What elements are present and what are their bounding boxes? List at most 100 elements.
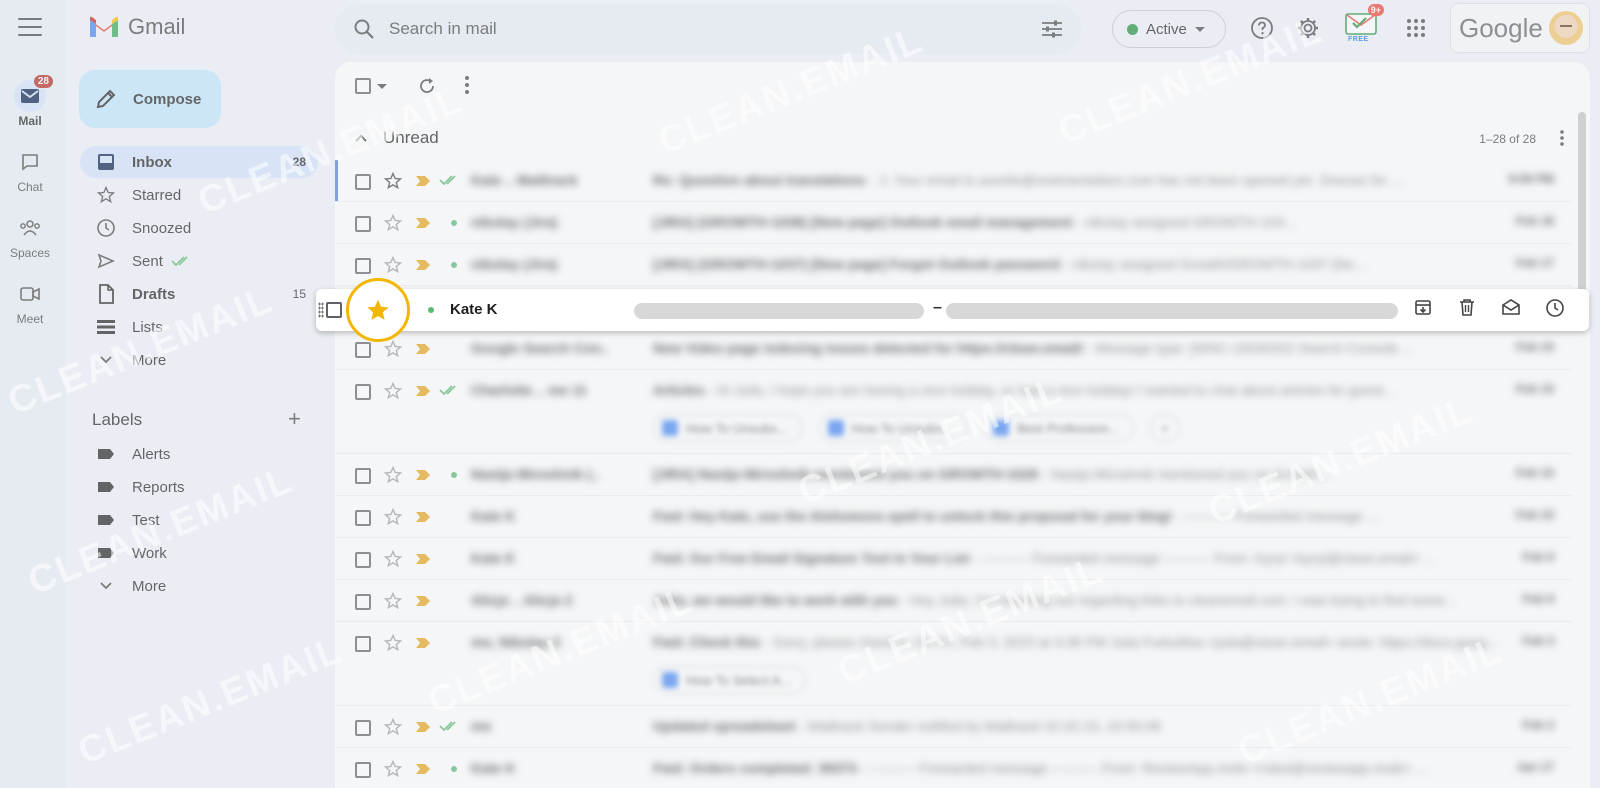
star-toggle-highlight[interactable] (346, 278, 410, 342)
important-marker-icon[interactable] (415, 343, 431, 355)
attachment-chip[interactable]: How To Unsubs... (818, 414, 969, 442)
important-marker-icon[interactable] (415, 511, 431, 523)
important-marker-icon[interactable] (415, 553, 431, 565)
search-bar[interactable]: Search in mail (335, 4, 1081, 54)
important-marker-icon[interactable] (415, 385, 431, 397)
help-icon[interactable] (1248, 14, 1276, 42)
nav-snoozed-label: Snoozed (132, 219, 192, 237)
nav-item-snoozed[interactable]: Snoozed (80, 212, 318, 244)
nav-item-inbox[interactable]: Inbox 28 (80, 146, 318, 178)
snooze-clock-icon[interactable] (1533, 298, 1577, 318)
table-row[interactable]: Google Search Con.. New Video page indexi… (335, 328, 1572, 370)
star-outline-icon[interactable] (383, 717, 403, 737)
table-row[interactable]: Kate .. Mailtrack Re: Question about tran… (335, 160, 1572, 202)
rail-chat[interactable]: Chat (0, 146, 60, 194)
row-checkbox[interactable] (355, 510, 371, 526)
apps-grid-icon[interactable] (1402, 14, 1430, 42)
table-row[interactable]: me Updated spreadsheet - Mailtrack Sender… (335, 706, 1572, 748)
table-row[interactable]: Kate K Fwd: Hey Kate, use the Alohomora s… (335, 496, 1572, 538)
status-selector[interactable]: Active (1112, 10, 1226, 48)
table-row[interactable]: Kate K Fwd: Our Free Email Signature Tool… (335, 538, 1572, 580)
star-outline-icon[interactable] (383, 213, 403, 233)
chevron-up-icon[interactable] (355, 134, 367, 142)
row-checkbox[interactable] (355, 342, 371, 358)
row-checkbox[interactable] (355, 384, 371, 400)
star-outline-icon[interactable] (383, 171, 403, 191)
search-options-icon[interactable] (1041, 19, 1063, 39)
important-marker-icon[interactable] (415, 469, 431, 481)
important-marker-icon[interactable] (415, 175, 431, 187)
row-checkbox[interactable] (355, 174, 371, 190)
row-checkbox[interactable] (355, 636, 371, 652)
important-marker-icon[interactable] (415, 217, 431, 229)
settings-gear-icon[interactable] (1294, 14, 1322, 42)
star-outline-icon[interactable] (383, 507, 403, 527)
label-item-reports[interactable]: Reports (80, 471, 318, 503)
rail-mail[interactable]: 28 Mail (0, 74, 60, 128)
rail-spaces[interactable]: Spaces (0, 212, 60, 260)
label-item-test[interactable]: Test (80, 504, 318, 536)
star-outline-icon[interactable] (383, 465, 403, 485)
left-navigation: Gmail Compose Inbox 28 Starred Snoozed S… (66, 0, 328, 788)
archive-icon[interactable] (1401, 298, 1445, 318)
scrollbar[interactable] (1578, 112, 1586, 292)
star-outline-icon[interactable] (383, 381, 403, 401)
table-row[interactable]: Charlotte .. me 11 Articles - Hi Julia, I… (335, 370, 1572, 454)
more-vertical-icon[interactable] (465, 76, 469, 94)
important-marker-icon[interactable] (415, 763, 431, 775)
select-dropdown-icon[interactable] (377, 84, 387, 90)
select-all-checkbox[interactable] (355, 78, 371, 94)
row-checkbox[interactable] (355, 258, 371, 274)
nav-item-sent[interactable]: Sent (80, 245, 318, 277)
row-checkbox[interactable] (355, 720, 371, 736)
table-row[interactable]: nikolay (Jira) [JIRA] (GROWTH-1037) [New … (335, 244, 1572, 286)
star-outline-icon[interactable] (383, 633, 403, 653)
row-checkbox[interactable] (355, 216, 371, 232)
row-checkbox[interactable] (355, 468, 371, 484)
refresh-icon[interactable] (417, 76, 437, 96)
mailtrack-extension-icon[interactable]: 9+ FREE (1344, 4, 1384, 44)
hovered-email-row[interactable]: Kate K – (316, 278, 1589, 342)
mark-as-read-icon[interactable] (1489, 298, 1533, 318)
label-item-work[interactable]: Work (80, 537, 318, 569)
main-menu-icon[interactable] (18, 18, 42, 38)
rail-meet[interactable]: Meet (0, 278, 60, 326)
row-checkbox[interactable] (326, 302, 342, 318)
important-marker-icon[interactable] (415, 721, 431, 733)
trash-icon[interactable] (1445, 298, 1489, 318)
table-row[interactable]: Nastja Miroshnik (.. [JIRA] Nastja Mirosh… (335, 454, 1572, 496)
star-outline-icon[interactable] (383, 339, 403, 359)
nav-item-drafts[interactable]: Drafts 15 (80, 278, 318, 310)
row-checkbox[interactable] (355, 594, 371, 610)
drag-handle-icon[interactable] (318, 302, 324, 318)
label-item-alerts[interactable]: Alerts (80, 438, 318, 470)
nav-item-lists[interactable]: Lists (80, 311, 318, 343)
compose-button[interactable]: Compose (79, 70, 221, 128)
star-outline-icon[interactable] (383, 591, 403, 611)
table-row[interactable]: nikolay (Jira) [JIRA] (GROWTH-1038) [New … (335, 202, 1572, 244)
important-marker-icon[interactable] (415, 595, 431, 607)
table-row[interactable]: Alicja .. Alicja 2 Julia, we would like t… (335, 580, 1572, 622)
star-outline-icon[interactable] (383, 759, 403, 779)
star-outline-icon[interactable] (383, 255, 403, 275)
gmail-logo[interactable]: Gmail (88, 14, 185, 40)
table-row[interactable]: Kate K Fwd: Orders completed: 39373 - ---… (335, 748, 1572, 788)
labels-more[interactable]: More (80, 570, 318, 602)
table-row[interactable]: me, Nikolay 2 Fwd: Check this - Sorry, pl… (335, 622, 1572, 706)
more-attachments-chip[interactable]: + (1150, 414, 1180, 442)
star-outline-icon[interactable] (383, 549, 403, 569)
attachment-chip[interactable]: How To Select A... (653, 666, 807, 694)
important-marker-icon[interactable] (415, 259, 431, 271)
nav-item-starred[interactable]: Starred (80, 179, 318, 211)
google-account-button[interactable]: Google (1450, 3, 1590, 53)
section-more-icon[interactable] (1560, 130, 1564, 146)
row-checkbox[interactable] (355, 762, 371, 778)
important-marker-icon[interactable] (415, 637, 431, 649)
row-checkbox[interactable] (355, 552, 371, 568)
row-sender: nikolay (Jira) (471, 256, 558, 272)
add-label-icon[interactable]: + (288, 406, 301, 432)
search-input[interactable]: Search in mail (389, 19, 497, 39)
attachment-chip[interactable]: Best Profession... (984, 414, 1135, 442)
attachment-chip[interactable]: How To Unsubs... (653, 414, 803, 442)
nav-item-more[interactable]: More (80, 344, 318, 376)
